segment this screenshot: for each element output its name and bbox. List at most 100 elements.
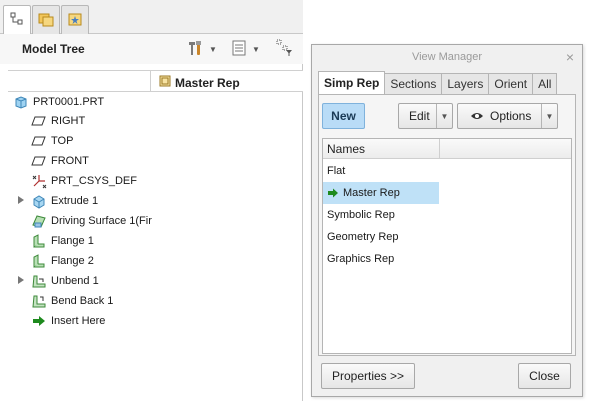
view-manager-tabs: Simp Rep Sections Layers Orient All [318,71,558,94]
expand-arrow-icon[interactable] [18,276,24,284]
tree-item-flange-2[interactable]: Flange 2 [30,251,94,271]
rep-item-graphics-rep[interactable]: Graphics Rep [323,248,439,270]
chevron-down-icon: ▼ [209,44,217,54]
column-divider[interactable] [439,139,440,159]
column-divider[interactable] [150,71,151,92]
flange-icon [30,233,48,249]
options-button[interactable]: Options ▼ [457,103,558,129]
tree-item-label: Insert Here [51,315,106,327]
chevron-down-icon[interactable]: ▼ [541,104,557,128]
show-columns-button[interactable]: ▼ [231,39,260,59]
tree-item-label: RIGHT [51,115,86,127]
tree-item-csys[interactable]: PRT_CSYS_DEF [30,171,137,191]
part-icon [12,94,30,110]
tree-item-top[interactable]: TOP [30,131,73,151]
tab-folder-browser[interactable] [32,5,60,34]
tab-orient[interactable]: Orient [488,73,534,94]
tree-item-extrude-1[interactable]: Extrude 1 [18,191,99,211]
navigator-tabstrip [0,0,303,35]
tree-item-label: Flange 2 [51,255,94,267]
edit-button-label: Edit [409,109,430,123]
rep-item-label: Geometry Rep [327,231,399,243]
tree-filter-button[interactable] [275,39,295,59]
tree-item-label: PRT_CSYS_DEF [51,175,137,187]
active-arrow-icon [327,188,339,198]
rep-item-label: Flat [327,165,346,177]
settings-tools-icon [186,39,204,60]
datum-plane-icon [30,133,48,149]
favorites-icon [67,11,83,30]
properties-button-label: Properties >> [331,369,405,383]
tree-item-part[interactable]: PRT0001.PRT [12,92,104,112]
close-icon[interactable]: × [566,49,574,65]
driving-surface-icon [30,213,48,229]
close-button-label: Close [529,369,560,383]
tree-filter-icon [275,38,295,61]
tree-item-front[interactable]: FRONT [30,151,89,171]
dialog-title: View Manager [411,51,483,63]
chevron-down-icon: ▼ [252,44,260,54]
rep-item-master-rep[interactable]: Master Rep [323,182,439,204]
new-button[interactable]: New [322,103,365,129]
model-tree-toolbar: Model Tree ▼ ▼ [0,34,303,64]
model-tree-icon [9,11,25,30]
edit-button[interactable]: Edit ▼ [398,103,453,129]
dialog-titlebar[interactable]: View Manager × [312,45,582,69]
view-manager-dialog: View Manager × Simp Rep Sections Layers … [311,44,583,397]
tree-item-flange-1[interactable]: Flange 1 [30,231,94,251]
tree-item-label: PRT0001.PRT [33,96,105,108]
folder-browser-icon [37,11,55,30]
unbend-icon [30,273,48,289]
options-button-label: Options [490,109,532,123]
tab-favorites[interactable] [61,5,89,34]
rep-item-flat[interactable]: Flat [323,160,439,182]
tree-item-label: Flange 1 [51,235,94,247]
tab-model-tree[interactable] [3,5,31,35]
tab-sections[interactable]: Sections [384,73,443,94]
master-rep-column[interactable]: Master Rep [158,74,240,91]
tree-item-label: Driving Surface 1(Fir [51,215,152,227]
datum-plane-icon [30,153,48,169]
names-header-label: Names [327,141,366,156]
tree-column-header: Master Rep [8,70,303,92]
extrude-icon [30,193,48,209]
chevron-down-icon[interactable]: ▼ [436,104,452,128]
tree-item-label: FRONT [51,155,89,167]
names-column-header[interactable]: Names [323,139,571,159]
simp-rep-icon [158,74,175,91]
tree-item-label: Extrude 1 [51,195,99,207]
rep-item-geometry-rep[interactable]: Geometry Rep [323,226,439,248]
rep-list: Names Flat Master Rep Symbolic Rep Geome… [322,138,572,354]
insert-arrow-icon [30,313,48,329]
csys-icon [30,173,48,189]
tree-item-driving-surface[interactable]: Driving Surface 1(Fir [30,211,152,231]
new-button-label: New [331,109,356,123]
column-header-label: Master Rep [175,75,240,90]
eye-icon [470,111,484,121]
tab-simp-rep[interactable]: Simp Rep [318,71,386,94]
flange-icon [30,253,48,269]
model-tree-panel: Model Tree ▼ ▼ Master Rep PRT0001.PRT RI… [0,0,303,401]
tree-item-label: Unbend 1 [51,275,99,287]
properties-button[interactable]: Properties >> [321,363,415,389]
tree-item-bend-back-1[interactable]: Bend Back 1 [30,291,113,311]
datum-plane-icon [30,113,48,129]
tab-layers[interactable]: Layers [441,73,490,94]
rep-item-symbolic-rep[interactable]: Symbolic Rep [323,204,439,226]
tree-item-right[interactable]: RIGHT [30,111,85,131]
rep-item-label: Symbolic Rep [327,209,395,221]
simp-rep-tab-panel: New Edit ▼ Options ▼ Names Flat Master R… [318,94,576,356]
model-tree-title: Model Tree [22,42,85,56]
rep-item-label: Graphics Rep [327,253,395,265]
tree-item-insert-here[interactable]: Insert Here [30,311,105,331]
tab-all[interactable]: All [532,73,558,94]
bend-back-icon [30,293,48,309]
rep-item-label: Master Rep [343,187,400,199]
list-columns-icon [231,39,247,60]
tree-item-unbend-1[interactable]: Unbend 1 [18,271,99,291]
tree-item-label: TOP [51,135,74,147]
settings-tools-button[interactable]: ▼ [186,39,217,59]
tree-item-label: Bend Back 1 [51,295,114,307]
expand-arrow-icon[interactable] [18,196,24,204]
close-button[interactable]: Close [518,363,571,389]
